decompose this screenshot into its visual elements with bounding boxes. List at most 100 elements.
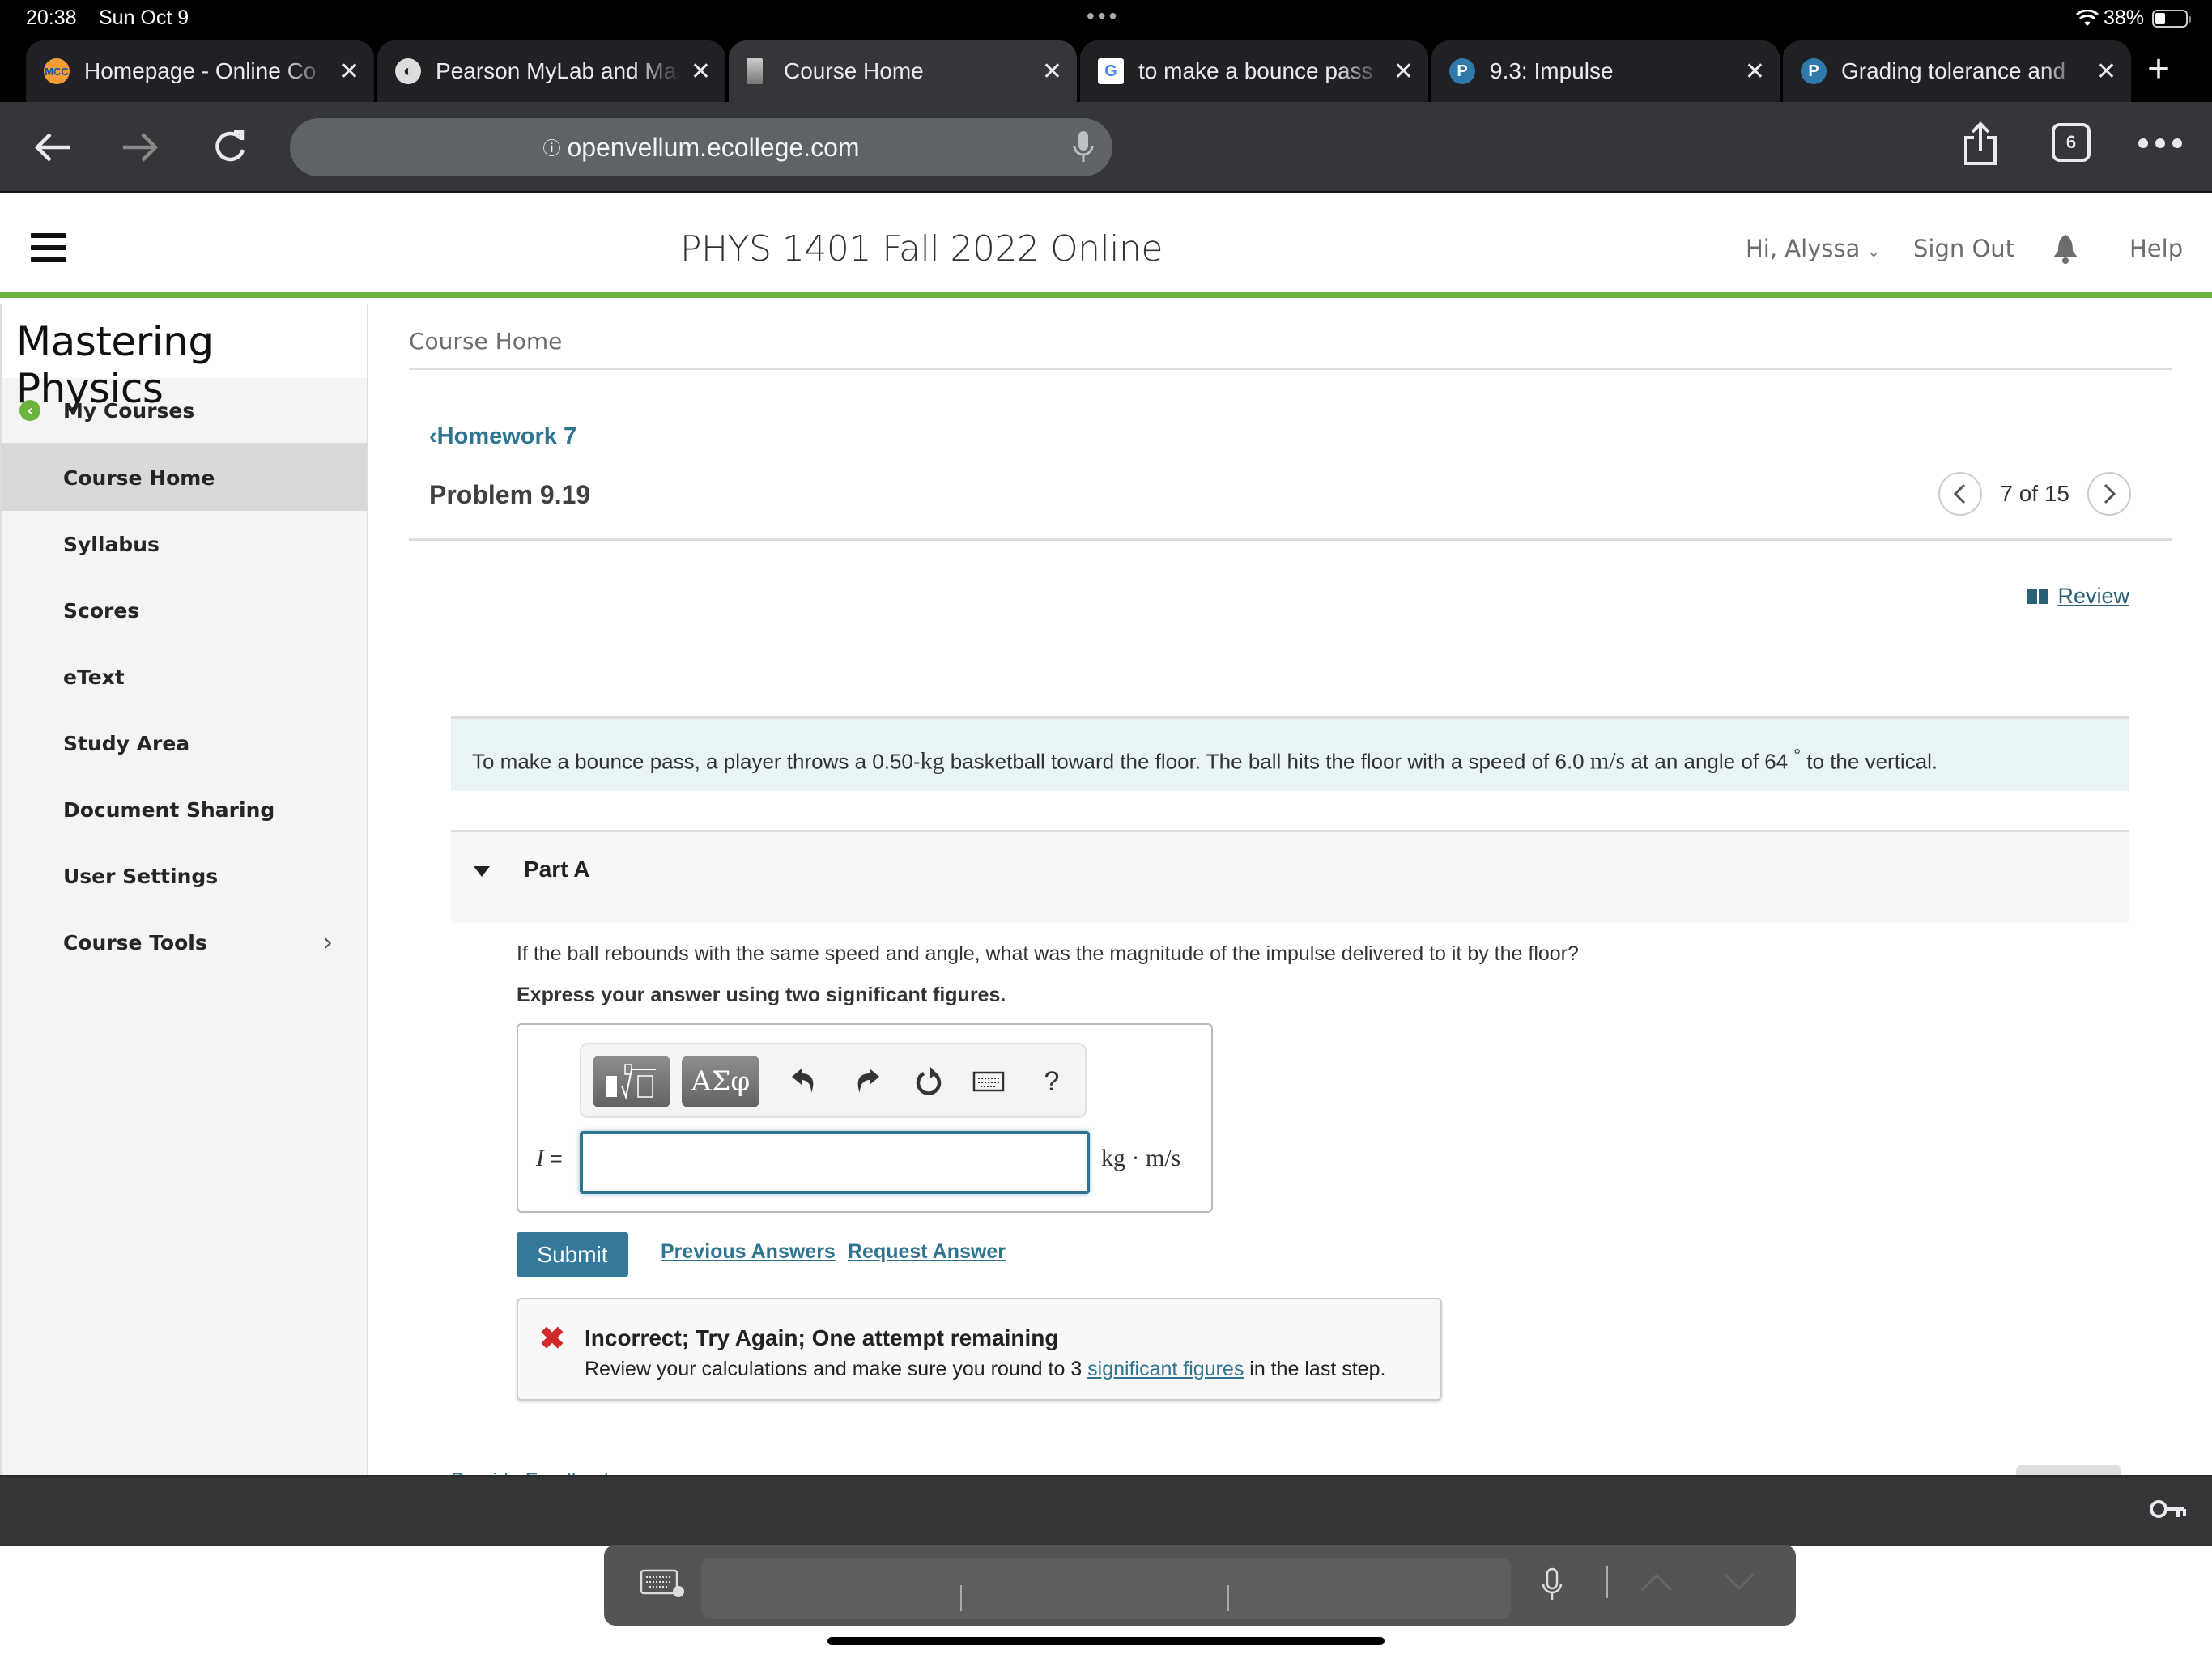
statement-text: to the vertical. xyxy=(1801,749,1938,774)
close-tab-icon[interactable]: ✕ xyxy=(2096,57,2116,86)
sidebar-item-label: Course Tools xyxy=(63,930,207,954)
problem-pager: 7 of 15 xyxy=(1938,472,2131,516)
problem-title: Problem 9.19 xyxy=(429,480,591,509)
sidebar-item-course-home[interactable]: Course Home xyxy=(2,444,367,511)
templates-button[interactable] xyxy=(593,1056,670,1107)
degree-symbol: ° xyxy=(1793,745,1802,765)
more-menu-button[interactable] xyxy=(2138,138,2183,149)
statement-text: at an angle of 64 xyxy=(1625,749,1794,774)
microphone-icon[interactable] xyxy=(1072,130,1095,172)
browser-tab-active[interactable]: Course Home ✕ xyxy=(729,40,1077,102)
sidebar-item-document-sharing[interactable]: Document Sharing xyxy=(2,776,367,843)
back-circle-icon: ‹ xyxy=(19,400,40,421)
back-to-homework-link[interactable]: ‹Homework 7 xyxy=(429,423,576,450)
feedback-text: in the last step. xyxy=(1244,1358,1386,1380)
part-a-header[interactable]: Part A xyxy=(451,830,2129,923)
hamburger-menu-icon[interactable] xyxy=(31,233,66,262)
globe-icon: ◐ xyxy=(395,58,421,84)
reload-icon xyxy=(215,130,245,162)
sidebar-item-label: eText xyxy=(63,665,125,689)
help-link[interactable]: Help xyxy=(2129,235,2183,262)
previous-problem-button[interactable] xyxy=(1938,472,1983,516)
document-icon xyxy=(747,58,763,84)
help-button[interactable]: ? xyxy=(1032,1061,1072,1103)
more-dots-icon xyxy=(2138,138,2182,148)
pearson-icon: P xyxy=(1449,58,1475,84)
battery-icon xyxy=(2152,9,2191,28)
reload-button[interactable] xyxy=(207,125,253,170)
notifications-bell-icon[interactable] xyxy=(2052,233,2079,270)
share-icon xyxy=(1964,121,1997,165)
reset-button[interactable] xyxy=(908,1061,949,1103)
sidebar-item-etext[interactable]: eText xyxy=(2,644,367,710)
forward-button[interactable] xyxy=(118,125,164,170)
wifi-icon xyxy=(2075,9,2099,26)
share-button[interactable] xyxy=(1963,121,1998,167)
math-toolbar: ΑΣφ ? xyxy=(580,1043,1087,1118)
separator xyxy=(1606,1566,1608,1598)
problem-statement: To make a bounce pass, a player throws a… xyxy=(451,716,2129,791)
browser-tab[interactable]: P 9.3: Impulse ✕ xyxy=(1431,40,1780,102)
next-field-chevron-icon[interactable] xyxy=(1723,1572,1755,1596)
part-label: Part A xyxy=(524,857,590,882)
answer-units: kg · m/s xyxy=(1101,1145,1181,1171)
browser-tab[interactable]: P Grading tolerance and ✕ xyxy=(1783,40,2131,102)
request-answer-link[interactable]: Request Answer xyxy=(848,1240,1006,1264)
greek-symbols-button[interactable]: ΑΣφ xyxy=(682,1056,759,1107)
statement-text: To make a bounce pass, a player throws a… xyxy=(472,749,921,774)
sidebar-item-syllabus[interactable]: Syllabus xyxy=(2,511,367,577)
chevron-right-icon xyxy=(2104,483,2116,504)
ios-status-bar: 20:38 Sun Oct 9 ••• 38% xyxy=(0,0,2212,39)
sign-out-link[interactable]: Sign Out xyxy=(1913,235,2014,262)
previous-field-chevron-icon[interactable] xyxy=(1640,1572,1673,1596)
previous-answers-link[interactable]: Previous Answers xyxy=(661,1240,836,1264)
collapse-triangle-icon[interactable] xyxy=(474,866,490,877)
close-tab-icon[interactable]: ✕ xyxy=(1745,57,1765,86)
keyboard-button[interactable] xyxy=(968,1061,1009,1103)
status-time: 20:38 xyxy=(26,6,77,29)
answer-input[interactable] xyxy=(580,1131,1090,1194)
user-menu[interactable]: Hi, Alyssa ⌄ xyxy=(1746,235,1880,262)
sidebar-item-study-area[interactable]: Study Area xyxy=(2,710,367,776)
sidebar-item-course-tools[interactable]: Course Tools › xyxy=(2,909,367,976)
address-bar[interactable]: ⓘ openvellum.ecollege.com xyxy=(290,118,1112,176)
predictive-text-field[interactable] xyxy=(701,1558,1511,1619)
browser-tab[interactable]: ◐ Pearson MyLab and Ma ✕ xyxy=(377,40,725,102)
home-indicator[interactable] xyxy=(827,1637,1385,1645)
browser-tab-strip: MCC Homepage - Online Co ✕ ◐ Pearson MyL… xyxy=(0,39,2212,102)
sidebar-item-label: Syllabus xyxy=(63,532,160,556)
sidebar-item-scores[interactable]: Scores xyxy=(2,577,367,644)
close-tab-icon[interactable]: ✕ xyxy=(1393,57,1414,86)
chevron-left-icon xyxy=(1954,483,1966,504)
battery-percent: 38% xyxy=(2103,6,2144,29)
divider xyxy=(409,538,2172,541)
undo-button[interactable] xyxy=(784,1061,824,1103)
keyboard-dismiss-icon[interactable] xyxy=(640,1569,685,1602)
close-tab-icon[interactable]: ✕ xyxy=(1042,57,1062,86)
arrow-right-icon xyxy=(123,133,159,162)
next-problem-button[interactable] xyxy=(2087,472,2131,516)
keyboard-accessory-bar xyxy=(0,1475,2212,1546)
user-greeting: Hi, Alyssa xyxy=(1746,235,1861,262)
close-tab-icon[interactable]: ✕ xyxy=(691,57,711,86)
browser-tab[interactable]: G to make a bounce pass ✕ xyxy=(1080,40,1428,102)
close-tab-icon[interactable]: ✕ xyxy=(339,57,359,86)
incorrect-x-icon: ✖ xyxy=(539,1322,565,1356)
redo-button[interactable] xyxy=(847,1061,887,1103)
site-info-icon[interactable]: ⓘ xyxy=(542,134,560,160)
review-link[interactable]: Review xyxy=(2027,584,2129,609)
back-button[interactable] xyxy=(29,125,74,170)
new-tab-button[interactable]: + xyxy=(2147,47,2170,91)
sidebar-item-user-settings[interactable]: User Settings xyxy=(2,843,367,909)
multitasking-dots-icon[interactable]: ••• xyxy=(1087,3,1120,29)
browser-tab[interactable]: MCC Homepage - Online Co ✕ xyxy=(26,40,374,102)
dictation-mic-icon[interactable] xyxy=(1542,1567,1563,1607)
submit-button[interactable]: Submit xyxy=(517,1232,628,1277)
password-key-icon[interactable] xyxy=(2149,1498,2188,1524)
templates-icon xyxy=(606,1064,656,1100)
arrow-left-icon xyxy=(34,133,70,162)
sidebar-item-my-courses[interactable]: ‹ My Courses xyxy=(2,378,367,444)
separator xyxy=(1227,1585,1229,1611)
significant-figures-link[interactable]: significant figures xyxy=(1087,1358,1244,1380)
tab-switcher-button[interactable]: 6 xyxy=(2052,123,2091,162)
